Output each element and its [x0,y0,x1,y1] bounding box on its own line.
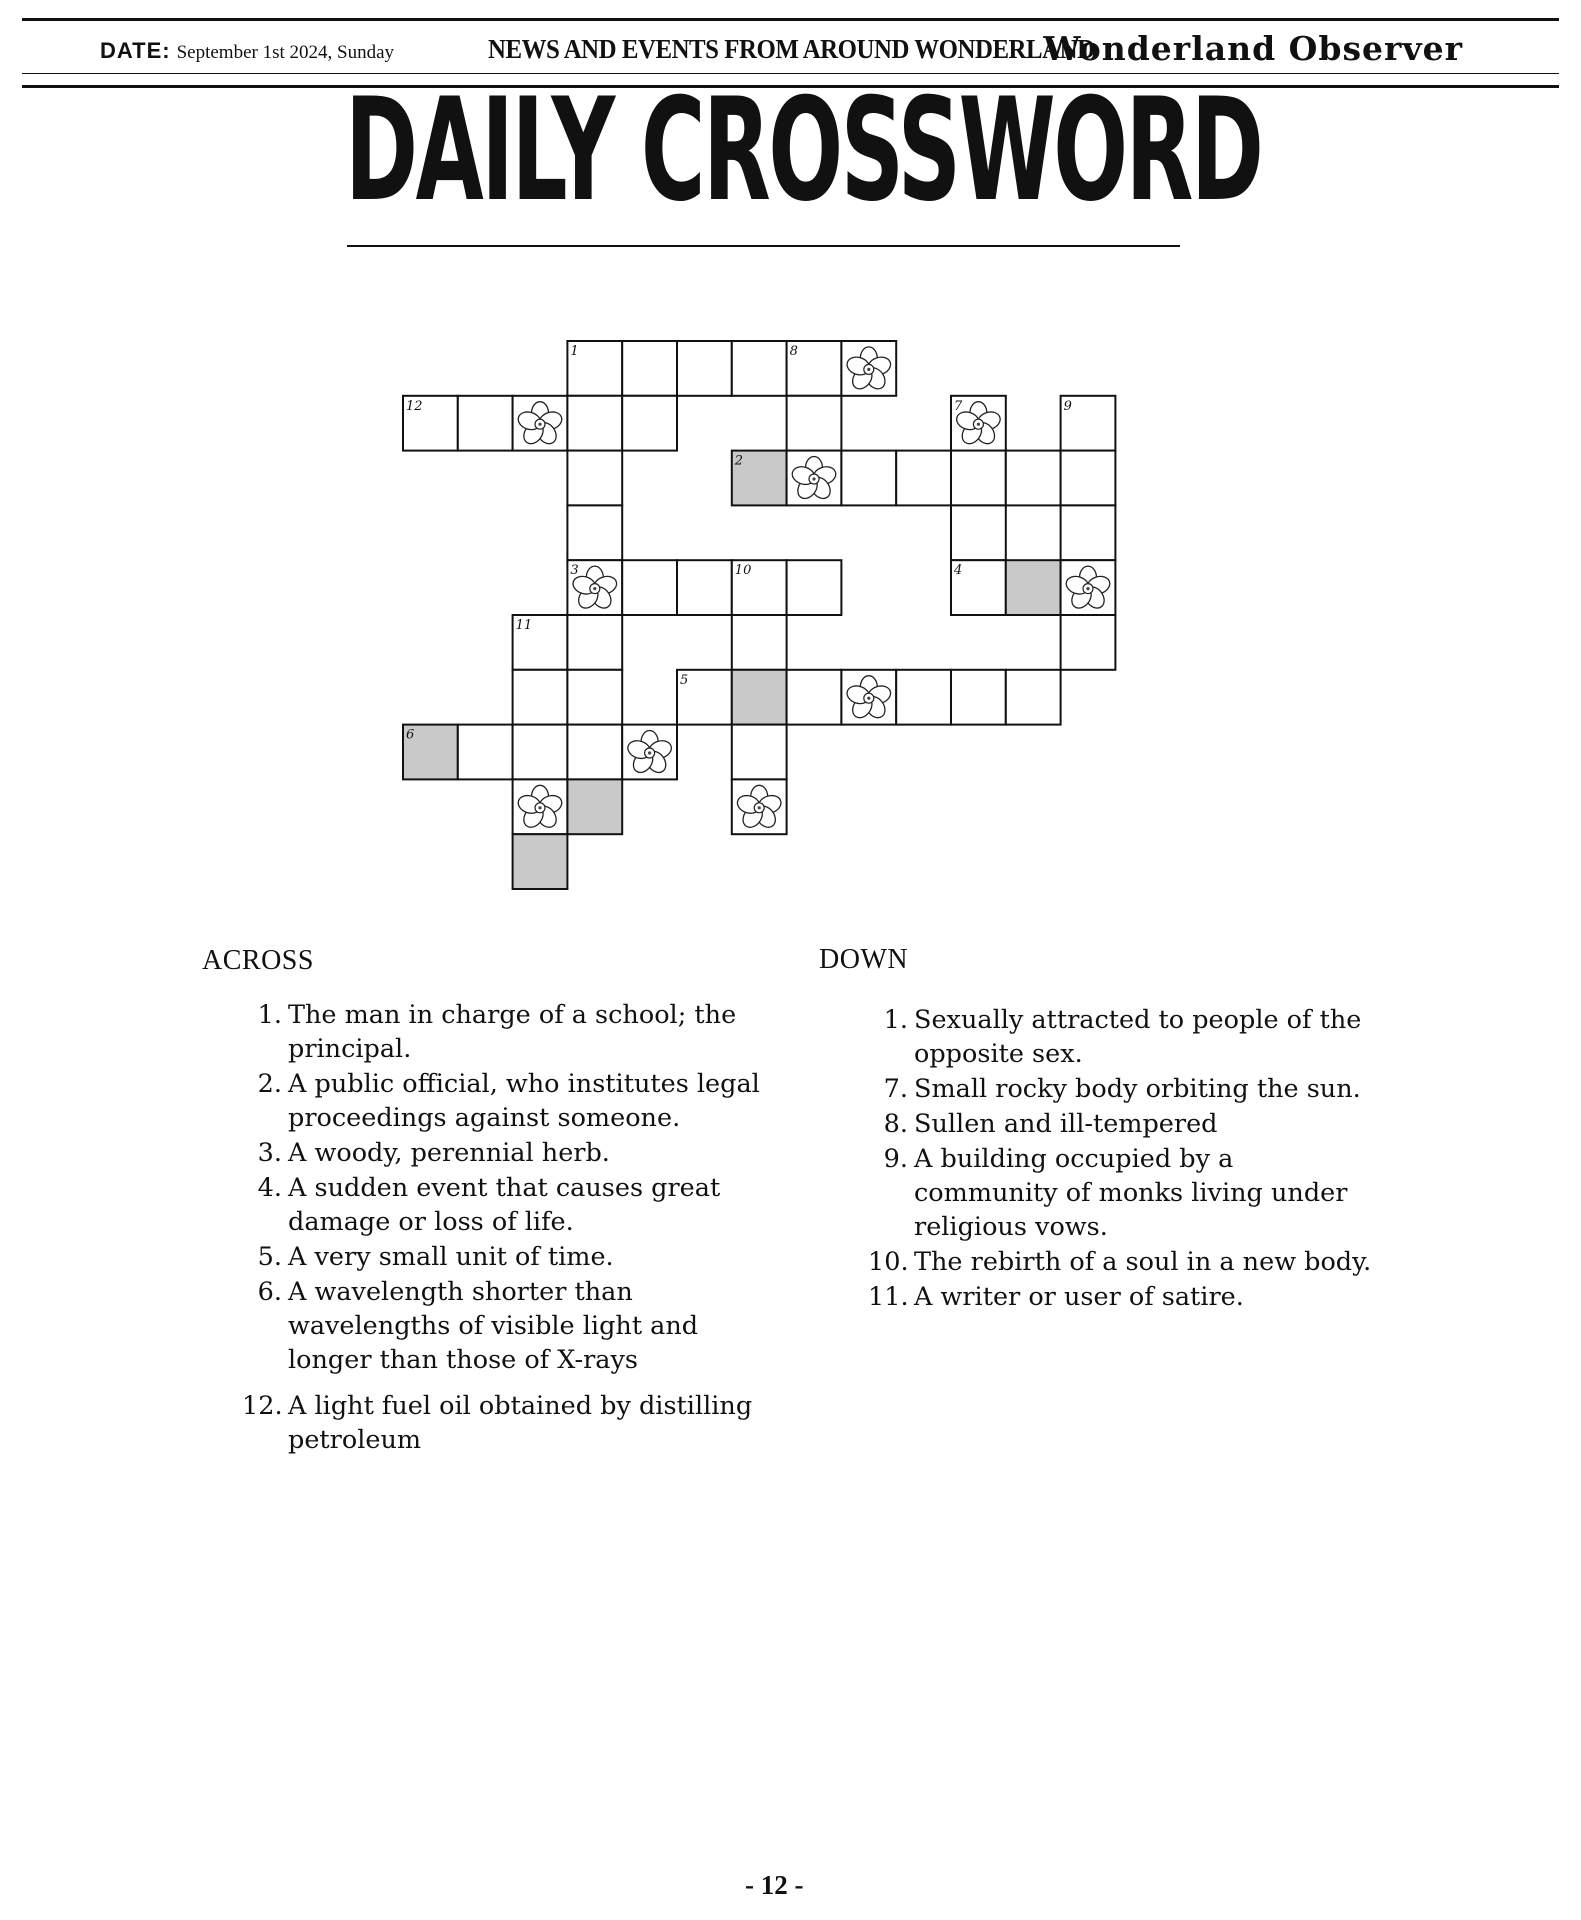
grid-cell[interactable] [566,504,624,562]
grid-cell[interactable] [511,723,569,781]
grid-cell[interactable] [895,668,953,726]
grid-cell[interactable] [676,559,733,617]
cell-number: 10 [735,563,752,578]
grid-cell[interactable] [566,394,624,452]
grid-cell[interactable] [950,449,1007,507]
grid-cell-shaded[interactable] [1004,559,1062,617]
cell-number: 12 [406,399,423,414]
down-clue-1: 1. Sexually attracted to people of the op… [883,1005,1362,1069]
grid-cell[interactable] [566,723,624,781]
cell-number: 7 [954,399,963,414]
cell-number: 5 [680,673,688,688]
grid-cell[interactable] [1004,449,1062,507]
down-clue-7: 7. Small rocky body orbiting the sun. [883,1074,1361,1104]
grid-cell[interactable] [785,668,843,726]
grid-cell[interactable] [1004,668,1062,726]
grid-cell[interactable] [621,559,679,617]
grid-cell[interactable] [621,394,679,452]
grid-cell[interactable] [950,504,1007,562]
grid-cell[interactable] [566,449,624,507]
cell-number: 6 [406,728,414,743]
page-number: - 12 - [745,1870,804,1900]
across-clue-5: 5. A very small unit of time. [257,1242,614,1272]
across-clue-6: 6. A wavelength shorter than wavelengths … [257,1277,699,1375]
across-heading: ACROSS [202,945,314,976]
down-clue-10: 10. The rebirth of a soul in a new body. [868,1247,1372,1277]
down-clue-8: 8. Sullen and ill-tempered [883,1109,1218,1139]
grid-cell-shaded[interactable] [730,668,788,726]
cell-number: 1 [570,344,578,359]
cell-number: 2 [734,454,743,469]
cell-number: 4 [953,563,962,578]
grid-cell[interactable] [785,559,843,617]
grid-cell[interactable] [566,668,624,726]
grid-cell[interactable] [676,340,733,397]
grid-cell[interactable] [566,614,624,671]
down-clue-9: 9. A building occupied by a community of … [883,1144,1348,1242]
grid-cell[interactable] [511,668,569,726]
grid-cell[interactable] [1059,614,1117,671]
grid-cell[interactable] [730,723,788,781]
down-clue-list: 1. Sexually attracted to people of the op… [868,1003,1380,1315]
grid-cell[interactable] [950,668,1007,726]
grid-cell[interactable] [840,449,898,507]
down-clue-11: 11. A writer or user of satire. [868,1282,1244,1312]
grid-cell-shaded[interactable] [566,778,624,836]
grid-cell[interactable] [456,394,514,452]
across-clue-2: 2. A public official, who institutes lega… [257,1069,760,1133]
grid-cell[interactable] [785,394,843,452]
grid-cell[interactable] [895,449,953,507]
cell-number: 8 [790,344,798,359]
across-clue-list: 1. The man in charge of a school; the pri… [242,998,772,1458]
cell-number: 9 [1064,399,1072,414]
cell-number: 11 [516,618,533,633]
across-clue-4: 4. A sudden event that causes great damag… [257,1173,721,1237]
grid-cell[interactable] [730,340,788,397]
down-heading: DOWN [819,944,909,975]
grid-cell[interactable] [456,723,514,781]
across-clue-1: 1. The man in charge of a school; the pri… [257,1000,737,1064]
grid-cell-shaded[interactable] [511,833,569,891]
grid-cell[interactable] [621,340,679,397]
grid-cell[interactable] [730,614,788,671]
cell-number: 3 [570,563,578,578]
grid-cell[interactable] [1059,449,1117,507]
across-clue-3: 3. A woody, perennial herb. [257,1138,610,1168]
across-clue-12: 12. A light fuel oil obtained by distilli… [242,1391,753,1455]
grid-cell[interactable] [1059,504,1117,562]
